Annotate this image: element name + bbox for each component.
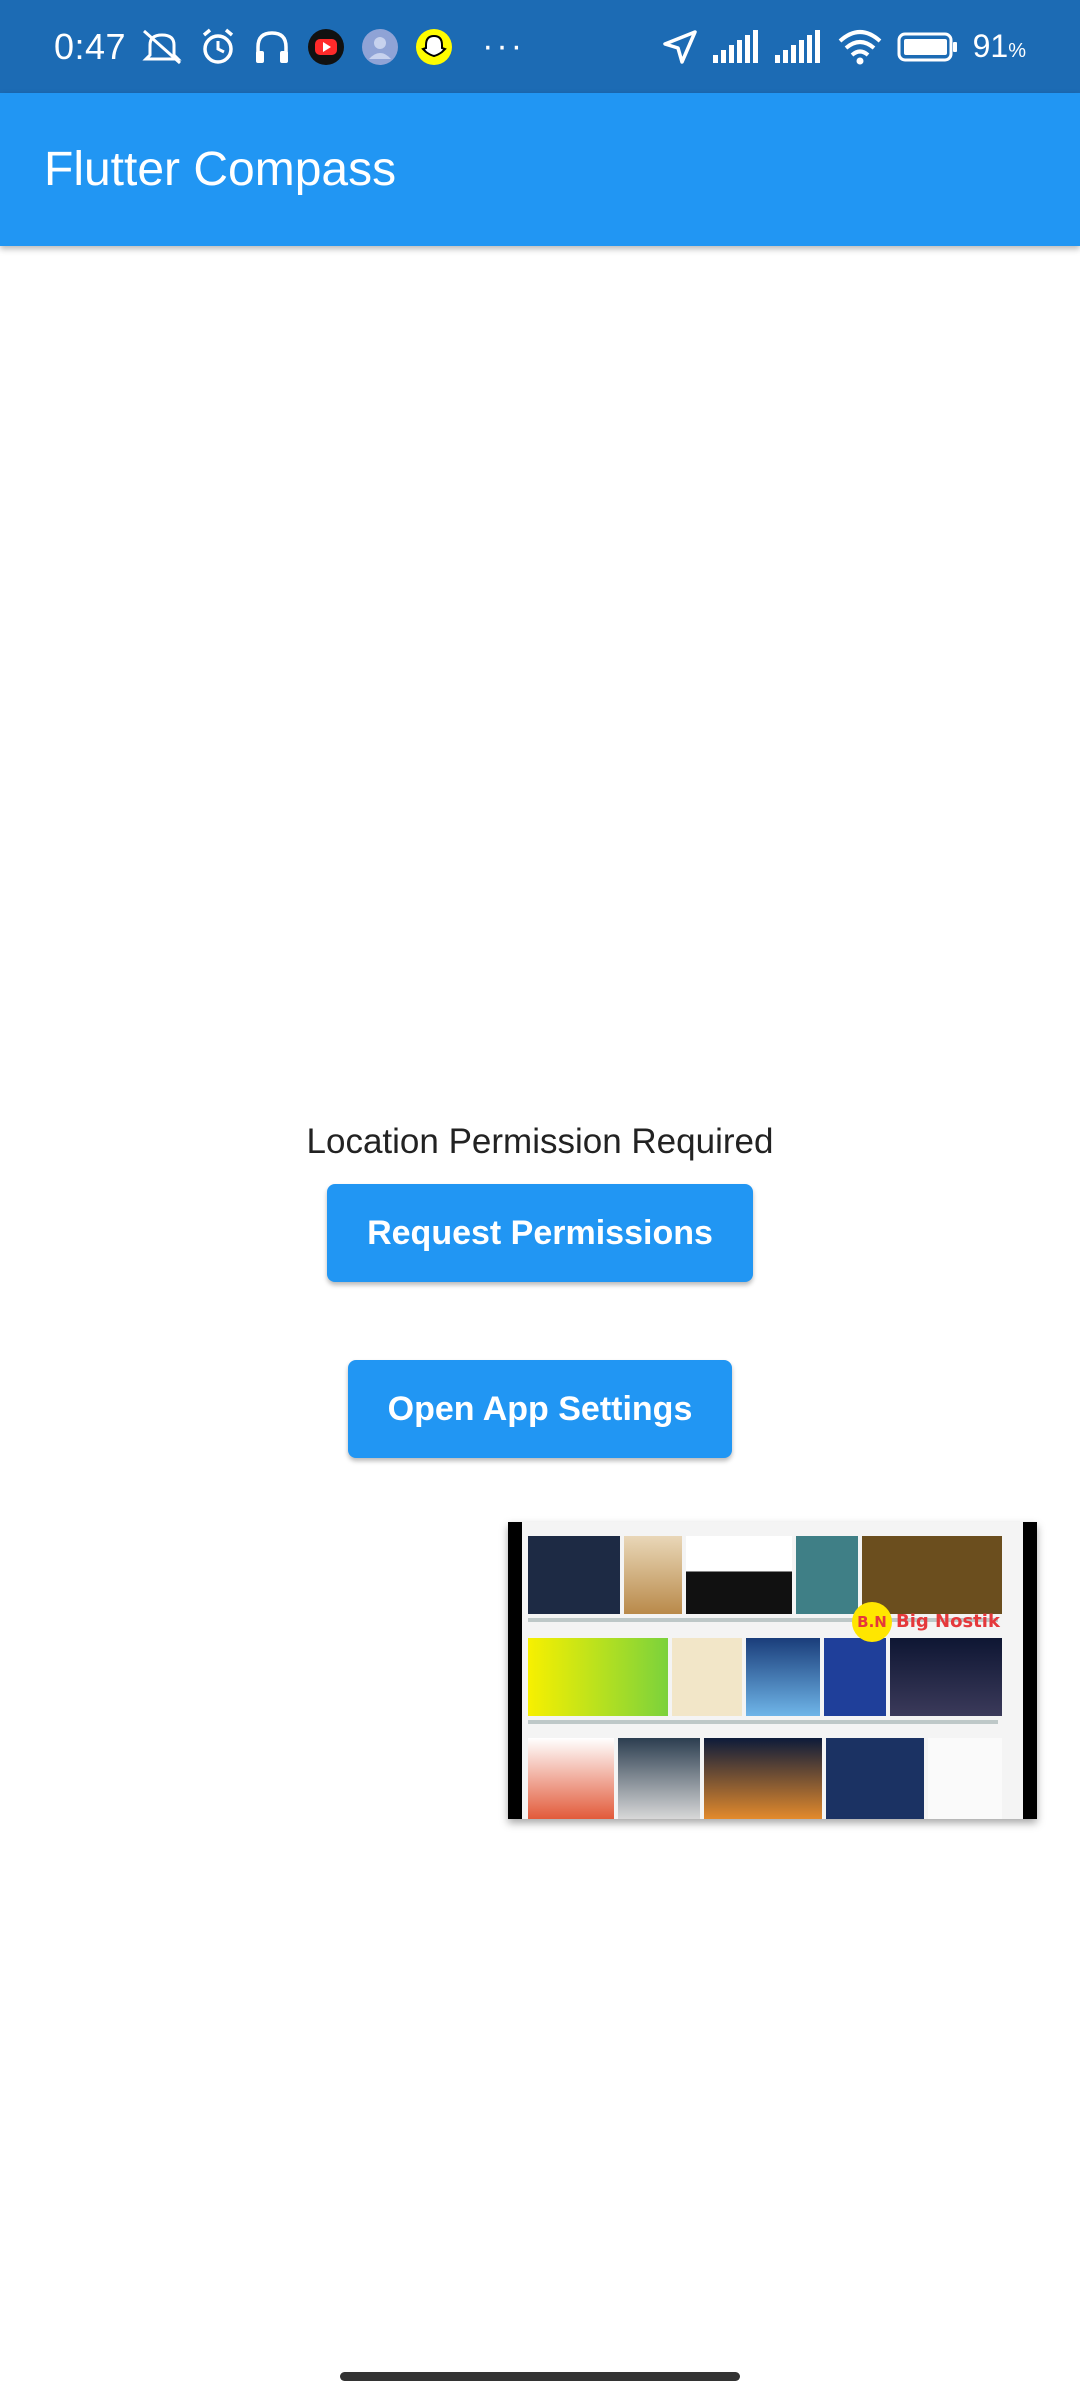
watermark-text: Big Nostik	[896, 1611, 1000, 1632]
alarm-icon	[198, 0, 238, 93]
floating-video-thumbnail[interactable]: B.N Big Nostik	[508, 1522, 1037, 1819]
grid-image	[528, 1738, 614, 1819]
snapchat-icon	[414, 0, 454, 93]
signal-icon-2	[774, 0, 823, 93]
status-left: 0:47 ···	[54, 0, 525, 93]
grid-image	[528, 1638, 668, 1716]
battery-icon	[897, 0, 959, 93]
thumbnail-watermark: B.N Big Nostik	[852, 1602, 1000, 1642]
more-dots-icon: ···	[482, 27, 526, 65]
headset-icon	[252, 0, 292, 93]
thumbnail-image-grid: B.N Big Nostik	[522, 1522, 1023, 1819]
app-bar: Flutter Compass	[0, 93, 1080, 246]
permission-message: Location Permission Required	[306, 1122, 774, 1161]
avatar-icon	[360, 0, 400, 93]
watermark-badge: B.N	[852, 1602, 892, 1642]
grid-caption	[528, 1720, 998, 1724]
gesture-nav-handle[interactable]	[340, 2372, 740, 2381]
signal-icon	[712, 0, 761, 93]
battery-percent: 91%	[972, 28, 1026, 64]
status-bar: 0:47 ··· 91%	[0, 0, 1080, 93]
wifi-icon	[837, 0, 883, 93]
mute-icon	[140, 0, 184, 93]
page-title: Flutter Compass	[44, 143, 397, 196]
open-app-settings-button[interactable]: Open App Settings	[348, 1360, 732, 1458]
grid-image	[824, 1638, 886, 1716]
grid-image	[624, 1536, 682, 1614]
grid-image	[746, 1638, 820, 1716]
status-time: 0:47	[54, 25, 127, 67]
grid-image	[704, 1738, 822, 1819]
grid-image	[796, 1536, 858, 1614]
request-permissions-button[interactable]: Request Permissions	[327, 1184, 753, 1282]
grid-image	[672, 1638, 742, 1716]
location-arrow-icon	[661, 0, 699, 93]
grid-image	[528, 1536, 620, 1614]
youtube-icon	[306, 0, 346, 93]
status-right: 91%	[661, 0, 1026, 93]
grid-image	[618, 1738, 700, 1819]
grid-image	[928, 1738, 1002, 1819]
grid-image	[686, 1536, 792, 1614]
grid-image	[826, 1738, 924, 1819]
grid-image	[890, 1638, 1002, 1716]
